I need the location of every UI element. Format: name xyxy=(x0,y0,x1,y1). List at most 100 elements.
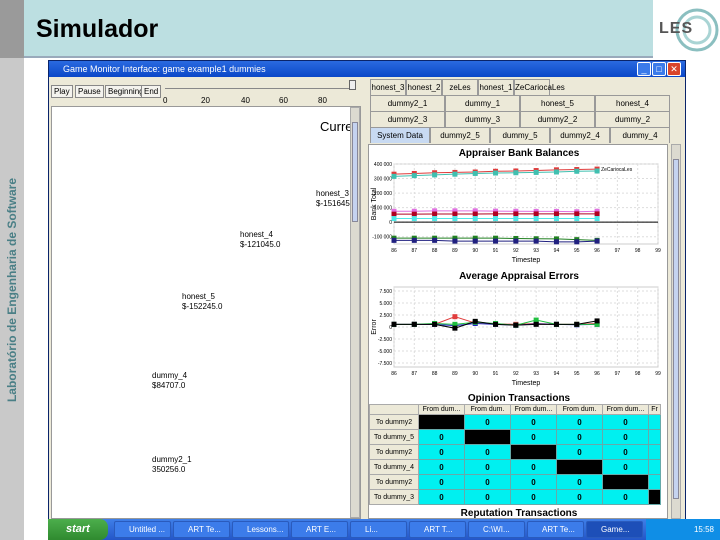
tab-honest-1[interactable]: honest_1 xyxy=(478,79,514,95)
table-cell[interactable]: 0 xyxy=(602,489,649,505)
taskbar-item[interactable]: Untitled ... xyxy=(114,521,171,538)
column-header[interactable]: From dum. xyxy=(556,404,603,415)
data-point xyxy=(432,237,438,243)
table-cell[interactable] xyxy=(556,459,603,475)
taskbar-item[interactable]: Game... xyxy=(586,521,643,538)
table-cell[interactable]: 0 xyxy=(556,444,603,460)
tab-dummy2-5[interactable]: dummy2_5 xyxy=(430,127,490,143)
table-cell[interactable]: 0 xyxy=(464,489,511,505)
tab-dummy-1[interactable]: dummy_1 xyxy=(445,95,520,111)
table-cell[interactable]: 0 xyxy=(556,474,603,490)
table-cell[interactable] xyxy=(602,474,649,490)
tab-honest-5[interactable]: honest_5 xyxy=(520,95,595,111)
tab-honest-4[interactable]: honest_4 xyxy=(595,95,670,111)
pause-button[interactable]: Pause xyxy=(75,85,104,98)
tab-zecariocales[interactable]: ZeCariocaLes xyxy=(514,79,565,95)
table-cell[interactable] xyxy=(648,474,661,490)
data-point xyxy=(472,170,478,176)
table-cell[interactable] xyxy=(648,444,661,460)
column-header[interactable]: Fr xyxy=(648,404,661,415)
data-point xyxy=(574,168,580,174)
table-cell[interactable]: 0 xyxy=(418,474,465,490)
minimize-button[interactable]: _ xyxy=(637,62,651,76)
table-cell[interactable] xyxy=(648,489,661,505)
table-cell[interactable] xyxy=(648,429,661,445)
data-point xyxy=(594,168,600,174)
table-cell[interactable]: 0 xyxy=(556,429,603,445)
table-cell[interactable]: 0 xyxy=(418,444,465,460)
tab-dummy2-3[interactable]: dummy2_3 xyxy=(370,111,445,127)
table-cell[interactable]: 0 xyxy=(602,414,649,430)
taskbar-item[interactable]: Lessons... xyxy=(232,521,289,538)
table-cell[interactable]: 0 xyxy=(602,444,649,460)
table-cell[interactable] xyxy=(648,459,661,475)
tab-zeles[interactable]: zeLes xyxy=(442,79,478,95)
table-cell[interactable]: 0 xyxy=(464,474,511,490)
agent-label: dummy2_1 350256.0 xyxy=(152,455,192,474)
table-cell[interactable]: 0 xyxy=(418,489,465,505)
table-cell[interactable]: 0 xyxy=(510,474,557,490)
column-header[interactable]: From dum... xyxy=(602,404,649,415)
start-button[interactable]: start xyxy=(48,519,108,540)
column-header[interactable]: From dum... xyxy=(418,404,465,415)
window-title: Game Monitor Interface: game example1 du… xyxy=(49,61,685,77)
table-cell[interactable] xyxy=(510,444,557,460)
data-point xyxy=(432,172,438,178)
side-label: Laboratório de Engenharia de Software xyxy=(5,177,19,403)
table-cell[interactable]: 0 xyxy=(510,489,557,505)
tab-dummy2-1[interactable]: dummy2_1 xyxy=(370,95,445,111)
taskbar-item[interactable]: ART E... xyxy=(291,521,348,538)
taskbar-item[interactable]: ART T... xyxy=(409,521,466,538)
taskbar-item[interactable]: Li... xyxy=(350,521,407,538)
column-header[interactable]: From dum. xyxy=(464,404,511,415)
tab-dummy2-4[interactable]: dummy2_4 xyxy=(550,127,610,143)
table-cell[interactable]: 0 xyxy=(464,414,511,430)
play-button[interactable]: Play xyxy=(51,85,73,98)
slider-thumb[interactable] xyxy=(349,80,356,90)
table-cell[interactable]: 0 xyxy=(464,459,511,475)
tab-dummy-5[interactable]: dummy_5 xyxy=(490,127,550,143)
table-cell[interactable]: 0 xyxy=(602,429,649,445)
tab-honest-3[interactable]: honest_3 xyxy=(370,79,406,95)
vertical-scrollbar[interactable] xyxy=(350,107,360,518)
x-tick-label: 94 xyxy=(554,371,560,377)
tab-system-data[interactable]: System Data xyxy=(370,127,430,143)
table-cell[interactable] xyxy=(648,414,661,430)
table-cell[interactable]: 0 xyxy=(464,444,511,460)
data-point xyxy=(553,321,559,327)
taskbar-item[interactable]: C:\WI... xyxy=(468,521,525,538)
table-cell[interactable]: 0 xyxy=(510,459,557,475)
timeline-slider[interactable]: 0 20 40 60 80 xyxy=(163,76,361,106)
data-point xyxy=(493,238,499,244)
logo-text: LES xyxy=(659,20,694,37)
table-cell[interactable]: 0 xyxy=(510,429,557,445)
tab-dummy2-2[interactable]: dummy2_2 xyxy=(520,111,595,127)
table-cell[interactable]: 0 xyxy=(418,459,465,475)
tab-honest-2[interactable]: honest_2 xyxy=(406,79,442,95)
table-cell[interactable] xyxy=(418,414,465,430)
x-tick-label: 98 xyxy=(635,248,641,254)
data-point xyxy=(533,211,539,217)
tab-dummy-3[interactable]: dummy_3 xyxy=(445,111,520,127)
table-cell[interactable]: 0 xyxy=(602,459,649,475)
table-cell[interactable]: 0 xyxy=(556,489,603,505)
table-cell[interactable]: 0 xyxy=(510,414,557,430)
tab-dummy-2[interactable]: dummy_2 xyxy=(595,111,670,127)
close-button[interactable]: ✕ xyxy=(667,62,681,76)
table-cell[interactable]: 0 xyxy=(556,414,603,430)
tab-dummy-4[interactable]: dummy_4 xyxy=(610,127,670,143)
data-point xyxy=(513,238,519,244)
taskbar-item[interactable]: ART Te... xyxy=(173,521,230,538)
vertical-scrollbar[interactable] xyxy=(671,144,681,519)
table-cell[interactable] xyxy=(464,429,511,445)
taskbar-item[interactable]: ART Te... xyxy=(527,521,584,538)
slide-header: Simulador xyxy=(24,0,653,58)
table-cell[interactable]: 0 xyxy=(418,429,465,445)
column-header[interactable]: From dum... xyxy=(510,404,557,415)
x-tick-label: 87 xyxy=(412,371,418,377)
maximize-button[interactable]: □ xyxy=(652,62,666,76)
end-button[interactable]: End xyxy=(141,85,162,98)
data-point xyxy=(533,169,539,175)
data-point xyxy=(452,216,458,222)
y-tick-label: 0 xyxy=(389,220,392,226)
